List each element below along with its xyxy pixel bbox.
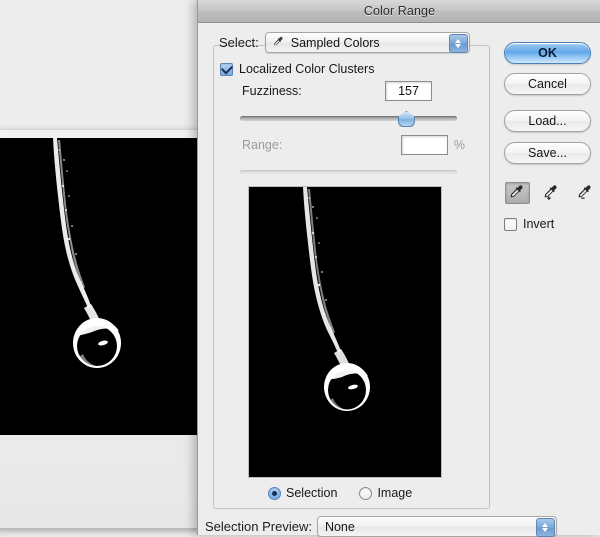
fuzziness-slider-thumb[interactable] [397, 111, 415, 127]
fuzziness-value: 157 [398, 84, 419, 98]
load-button[interactable]: Load... [504, 110, 591, 132]
select-row: Select: Sampled Colors [219, 32, 470, 53]
eyedropper-add-tool-button[interactable] [539, 182, 564, 204]
range-slider [240, 166, 457, 178]
select-dropdown[interactable]: Sampled Colors [264, 32, 470, 53]
radio-selection[interactable]: Selection [268, 486, 337, 500]
color-range-dialog: Color Range Select: Sampled Colors Local… [197, 0, 600, 537]
selection-preview-value: None [324, 519, 355, 534]
water-droplet-image [0, 138, 198, 435]
ok-button[interactable]: OK [504, 42, 591, 64]
select-chevron-icon[interactable] [448, 34, 468, 53]
eyedropper-toolbar [505, 182, 598, 204]
dialog-title: Color Range [363, 4, 436, 18]
fuzziness-row: Fuzziness: 157 [242, 81, 470, 101]
radio-image-label: Image [377, 486, 413, 500]
cancel-button[interactable]: Cancel [504, 73, 591, 95]
eyedropper-icon [273, 36, 283, 46]
invert-checkbox[interactable] [504, 217, 517, 231]
ok-button-label: OK [538, 46, 557, 60]
fuzziness-label: Fuzziness: [242, 84, 302, 98]
range-label: Range: [242, 138, 283, 152]
dialog-titlebar[interactable]: Color Range [198, 0, 600, 23]
save-button[interactable]: Save... [504, 142, 591, 164]
localized-color-clusters-label: Localized Color Clusters [239, 62, 375, 76]
eyedropper-subtract-icon [578, 185, 591, 199]
invert-row[interactable]: Invert [504, 217, 554, 231]
eyedropper-icon [510, 185, 523, 198]
cancel-button-label: Cancel [528, 77, 567, 91]
eyedropper-subtract-tool-button[interactable] [573, 182, 598, 204]
selection-preview-label: Selection Preview: [205, 519, 312, 534]
document-window[interactable] [0, 129, 202, 529]
range-unit-label: % [453, 138, 465, 152]
localized-color-clusters-row[interactable]: Localized Color Clusters [220, 62, 374, 76]
fuzziness-slider-track[interactable] [240, 116, 457, 121]
radio-image[interactable]: Image [359, 486, 412, 500]
selection-preview-image [249, 187, 441, 477]
select-label: Select: [219, 35, 259, 50]
localized-color-clusters-checkbox[interactable] [220, 62, 233, 76]
range-input[interactable] [401, 135, 448, 155]
range-row: Range: % [242, 135, 470, 155]
invert-label: Invert [523, 217, 555, 231]
radio-image-button[interactable] [359, 486, 373, 500]
preview-mode-radio-group: Selection Image [268, 486, 412, 500]
radio-selection-label: Selection [286, 486, 338, 500]
eyedropper-tool-button[interactable] [505, 182, 530, 204]
preview-canvas[interactable] [248, 186, 442, 478]
save-button-label: Save... [528, 146, 567, 160]
radio-selection-button[interactable] [268, 486, 281, 500]
selection-preview-dropdown[interactable]: None [316, 516, 557, 537]
range-slider-track [240, 170, 457, 175]
document-canvas[interactable] [0, 138, 198, 435]
fuzziness-slider[interactable] [240, 111, 457, 127]
eyedropper-add-icon [544, 185, 557, 200]
load-button-label: Load... [528, 114, 567, 128]
selection-preview-row: Selection Preview: None [205, 516, 557, 537]
fuzziness-input[interactable]: 157 [385, 81, 432, 101]
selection-preview-chevron-icon[interactable] [535, 518, 555, 537]
select-value: Sampled Colors [290, 35, 380, 50]
